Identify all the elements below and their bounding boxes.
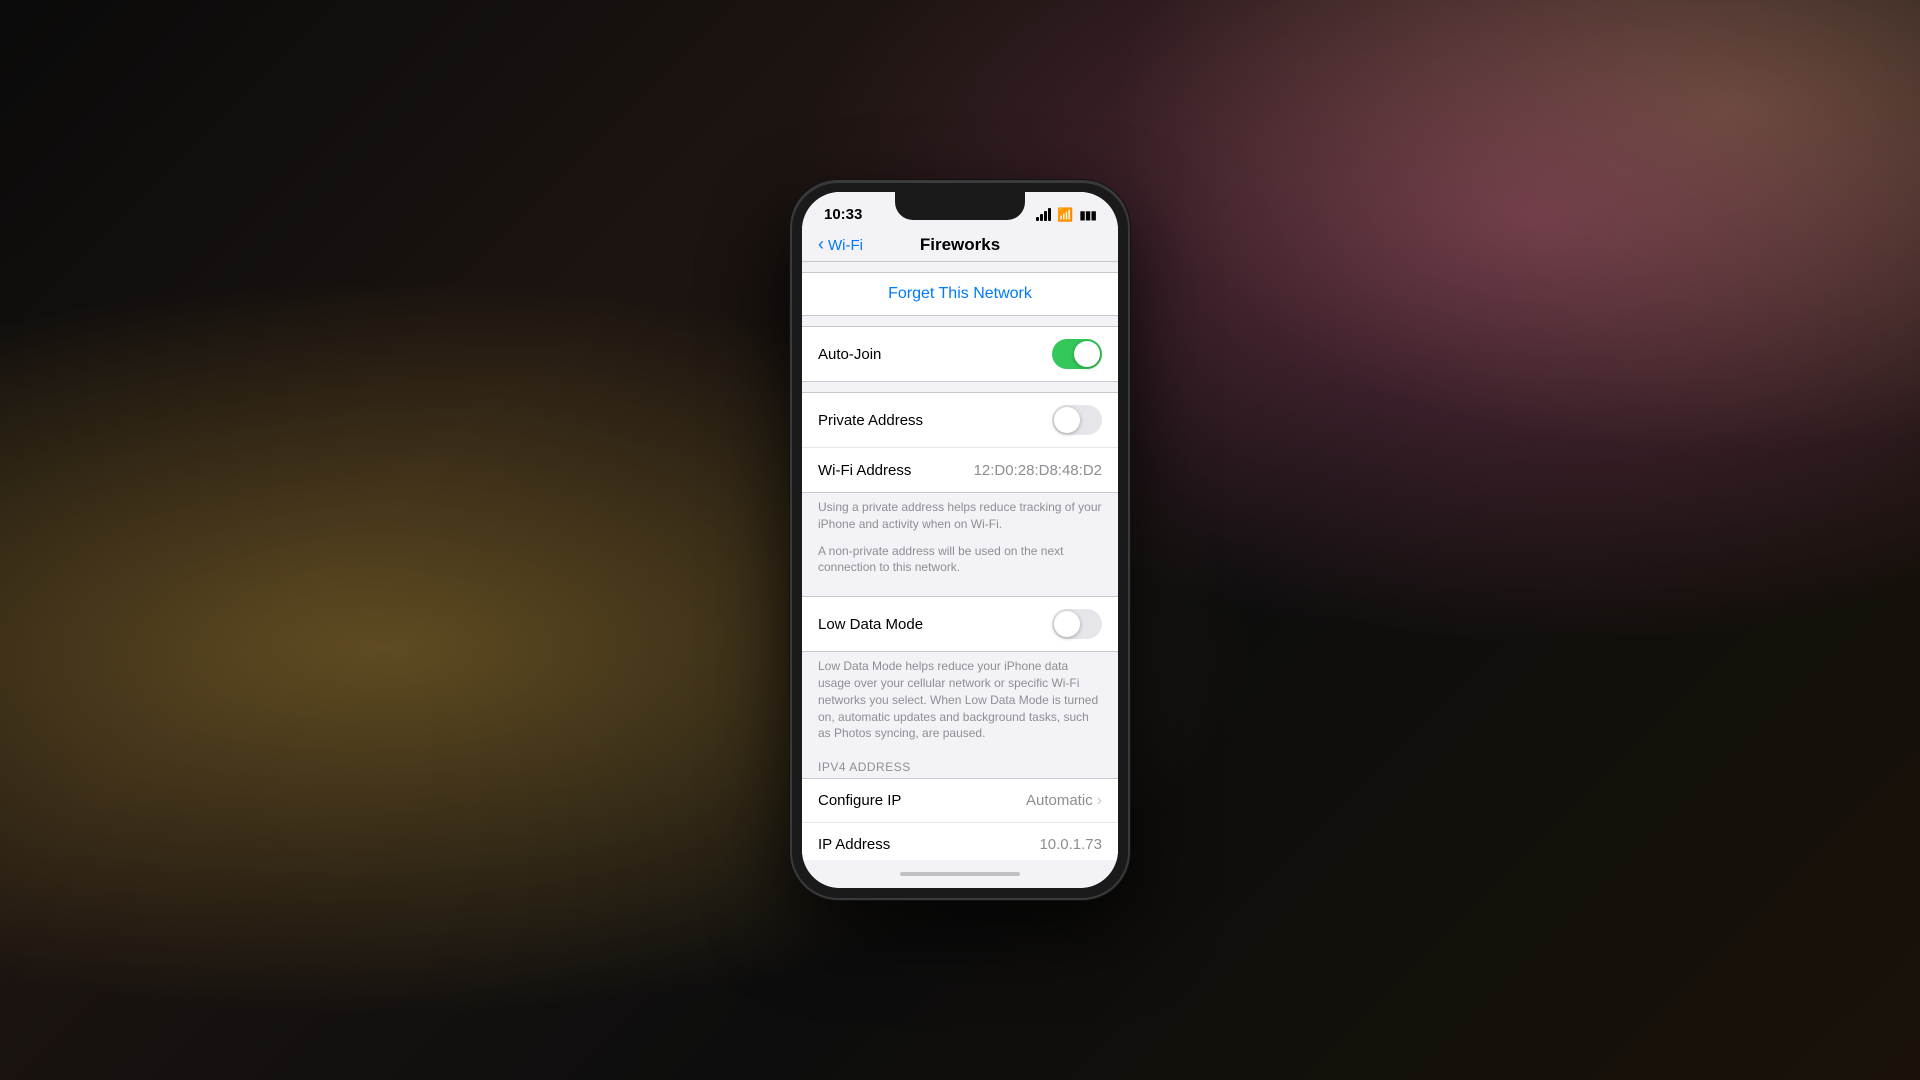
gap-2 — [802, 316, 1118, 326]
private-address-toggle-knob — [1054, 407, 1080, 433]
auto-join-section: Auto-Join — [802, 326, 1118, 382]
low-data-section: Low Data Mode — [802, 596, 1118, 652]
phone-body: 10:33 📶 ▮▮▮ — [790, 180, 1130, 900]
scroll-content[interactable]: Forget This Network Auto-Join — [802, 262, 1118, 860]
forget-network-row[interactable]: Forget This Network — [802, 272, 1118, 316]
back-button[interactable]: ‹ Wi-Fi — [818, 235, 863, 255]
private-address-desc2: A non-private address will be used on th… — [802, 543, 1118, 587]
home-bar — [900, 872, 1020, 876]
low-data-row: Low Data Mode — [802, 597, 1118, 651]
wifi-icon: 📶 — [1057, 207, 1073, 223]
ipv4-header: IPV4 ADDRESS — [802, 752, 1118, 778]
ip-address-row: IP Address 10.0.1.73 — [802, 823, 1118, 860]
status-bar: 10:33 📶 ▮▮▮ — [802, 192, 1118, 227]
wifi-address-label: Wi-Fi Address — [818, 462, 911, 479]
status-time: 10:33 — [824, 206, 862, 223]
status-icons: 📶 ▮▮▮ — [1036, 207, 1096, 223]
wifi-address-row: Wi-Fi Address 12:D0:28:D8:48:D2 — [802, 448, 1118, 492]
private-address-toggle[interactable] — [1052, 405, 1102, 435]
signal-icon — [1036, 209, 1051, 221]
ip-address-label: IP Address — [818, 836, 890, 853]
gap-4 — [802, 586, 1118, 596]
back-label: Wi-Fi — [828, 237, 863, 254]
page-title: Fireworks — [920, 235, 1000, 255]
battery-icon: ▮▮▮ — [1079, 208, 1096, 222]
configure-ip-row[interactable]: Configure IP Automatic › — [802, 779, 1118, 823]
configure-ip-value: Automatic › — [1026, 792, 1102, 810]
home-indicator — [802, 860, 1118, 888]
low-data-toggle[interactable] — [1052, 609, 1102, 639]
nav-bar: ‹ Wi-Fi Fireworks — [802, 227, 1118, 262]
configure-ip-chevron-icon: › — [1097, 792, 1102, 810]
private-address-label: Private Address — [818, 412, 923, 429]
phone-device: 10:33 📶 ▮▮▮ — [790, 180, 1130, 900]
ip-address-value: 10.0.1.73 — [1039, 836, 1102, 853]
ipv4-section: Configure IP Automatic › IP Address 10.0… — [802, 778, 1118, 860]
wifi-address-value: 12:D0:28:D8:48:D2 — [974, 462, 1102, 479]
auto-join-toggle[interactable] — [1052, 339, 1102, 369]
back-chevron-icon: ‹ — [818, 234, 824, 255]
low-data-desc: Low Data Mode helps reduce your iPhone d… — [802, 652, 1118, 752]
low-data-label: Low Data Mode — [818, 616, 923, 633]
low-data-toggle-knob — [1054, 611, 1080, 637]
phone-screen: 10:33 📶 ▮▮▮ — [802, 192, 1118, 888]
notch — [895, 192, 1025, 220]
forget-network-button[interactable]: Forget This Network — [888, 285, 1032, 303]
auto-join-row: Auto-Join — [802, 327, 1118, 381]
auto-join-label: Auto-Join — [818, 346, 881, 363]
private-address-row: Private Address — [802, 393, 1118, 448]
private-address-desc1: Using a private address helps reduce tra… — [802, 493, 1118, 543]
auto-join-toggle-knob — [1074, 341, 1100, 367]
gap-1 — [802, 262, 1118, 272]
private-address-section: Private Address Wi-Fi Address 12:D0:28:D… — [802, 392, 1118, 493]
gap-3 — [802, 382, 1118, 392]
configure-ip-label: Configure IP — [818, 792, 901, 809]
